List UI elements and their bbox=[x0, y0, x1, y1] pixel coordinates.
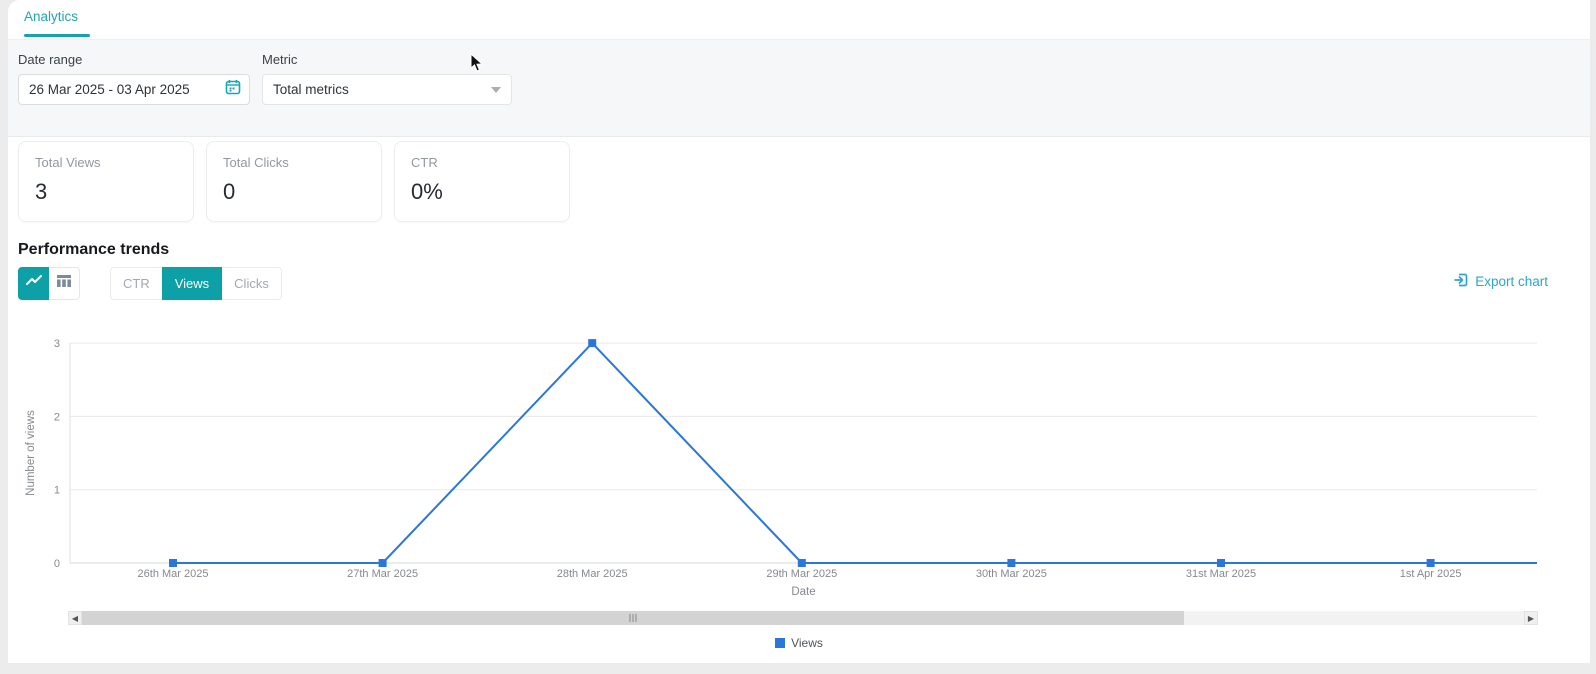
scroll-right-arrow-icon[interactable]: ▶ bbox=[1524, 611, 1538, 625]
svg-text:Date: Date bbox=[791, 586, 815, 598]
performance-chart: 0 1 2 3 26th Mar 2025 27th Mar 2025 28th Mar 2… bbox=[25, 338, 1537, 598]
metric-dropdown[interactable]: Total metrics bbox=[262, 74, 512, 105]
analytics-panel: Analytics Date range 26 Mar 2025 - 03 Ap… bbox=[8, 0, 1590, 663]
svg-text:1st Apr 2025: 1st Apr 2025 bbox=[1400, 568, 1462, 580]
export-chart-label: Export chart bbox=[1475, 274, 1548, 289]
stat-value: 0% bbox=[411, 179, 443, 204]
export-icon bbox=[1453, 272, 1469, 291]
table-icon bbox=[56, 274, 72, 293]
date-range-input[interactable]: 26 Mar 2025 - 03 Apr 2025 bbox=[18, 74, 250, 105]
date-range-value: 26 Mar 2025 - 03 Apr 2025 bbox=[29, 82, 190, 97]
svg-text:29th Mar 2025: 29th Mar 2025 bbox=[766, 568, 837, 580]
stat-value: 0 bbox=[223, 179, 236, 204]
svg-text:Number of views: Number of views bbox=[25, 410, 37, 496]
scrollbar-thumb[interactable] bbox=[82, 611, 1184, 625]
chevron-down-icon bbox=[491, 86, 501, 93]
stat-cards: Total Views 3 Total Clicks 0 CTR 0% bbox=[18, 141, 570, 222]
table-view-button[interactable] bbox=[49, 267, 80, 300]
svg-text:3: 3 bbox=[54, 338, 60, 350]
chart-legend[interactable]: Views bbox=[8, 636, 1590, 650]
filters-section: Date range 26 Mar 2025 - 03 Apr 2025 Met… bbox=[8, 40, 1590, 137]
stat-label: CTR bbox=[411, 155, 438, 170]
legend-views-swatch bbox=[775, 638, 786, 648]
scrollbar-grip-icon bbox=[629, 614, 637, 622]
svg-text:26th Mar 2025: 26th Mar 2025 bbox=[138, 568, 209, 580]
svg-text:0: 0 bbox=[54, 558, 60, 570]
scrollbar-track[interactable] bbox=[1184, 611, 1524, 625]
svg-text:27th Mar 2025: 27th Mar 2025 bbox=[347, 568, 418, 580]
scroll-left-arrow-icon[interactable]: ◀ bbox=[68, 611, 82, 625]
line-chart-view-button[interactable] bbox=[18, 267, 49, 300]
tab-active-underline bbox=[24, 34, 90, 37]
svg-text:2: 2 bbox=[54, 411, 60, 423]
chart-controls: CTR Views Clicks Export chart bbox=[8, 267, 1590, 301]
stat-card-ctr: CTR 0% bbox=[394, 141, 570, 222]
legend-views-label: Views bbox=[791, 636, 823, 650]
date-range-label: Date range bbox=[18, 52, 83, 67]
stat-value: 3 bbox=[35, 179, 48, 204]
export-chart-button[interactable]: Export chart bbox=[1453, 272, 1548, 291]
svg-text:31st Mar 2025: 31st Mar 2025 bbox=[1186, 568, 1256, 580]
stat-card-total-clicks: Total Clicks 0 bbox=[206, 141, 382, 222]
tab-views[interactable]: Views bbox=[161, 267, 223, 300]
svg-text:30th Mar 2025: 30th Mar 2025 bbox=[976, 568, 1047, 580]
svg-text:28th Mar 2025: 28th Mar 2025 bbox=[557, 568, 628, 580]
chart-horizontal-scrollbar[interactable]: ◀ ▶ bbox=[68, 611, 1538, 625]
tab-bar: Analytics bbox=[8, 0, 1590, 40]
tab-ctr[interactable]: CTR bbox=[110, 267, 162, 300]
performance-trends-title: Performance trends bbox=[18, 241, 170, 258]
metric-label: Metric bbox=[262, 52, 298, 67]
stat-card-total-views: Total Views 3 bbox=[18, 141, 194, 222]
stat-label: Total Clicks bbox=[223, 155, 289, 170]
line-chart-icon bbox=[25, 274, 43, 293]
svg-text:1: 1 bbox=[54, 485, 60, 497]
calendar-icon[interactable] bbox=[225, 79, 241, 100]
chart-type-toggle bbox=[18, 267, 80, 300]
tab-clicks[interactable]: Clicks bbox=[222, 267, 282, 300]
metric-selected-value: Total metrics bbox=[273, 82, 349, 97]
stat-label: Total Views bbox=[35, 155, 101, 170]
metric-segmented-control: CTR Views Clicks bbox=[110, 267, 282, 300]
tab-analytics[interactable]: Analytics bbox=[24, 9, 78, 24]
